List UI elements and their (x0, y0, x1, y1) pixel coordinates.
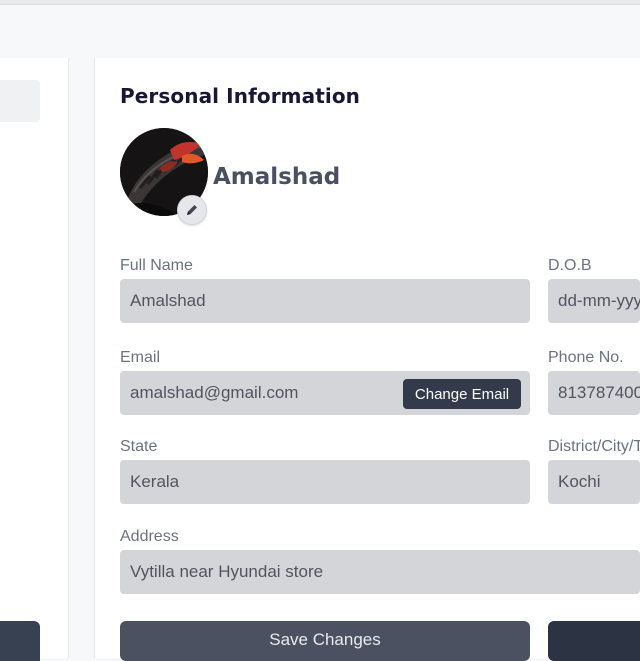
full-name-value: Amalshad (130, 291, 206, 310)
phone-label: Phone No. (548, 349, 624, 366)
email-value: amalshad@gmail.com (130, 383, 299, 402)
full-name-field[interactable]: Amalshad (120, 279, 530, 323)
sidebar (0, 58, 69, 661)
state-field[interactable]: Kerala (120, 460, 530, 504)
address-value: Vytilla near Hyundai store (130, 562, 324, 581)
section-title: Personal Information (120, 84, 360, 108)
state-label: State (120, 438, 158, 455)
pencil-icon (187, 205, 197, 215)
sidebar-item-active[interactable] (0, 80, 40, 122)
edit-avatar-button[interactable] (177, 195, 207, 225)
full-name-label: Full Name (120, 257, 193, 274)
district-field[interactable]: Kochi (548, 460, 640, 504)
secondary-action-button[interactable] (548, 621, 640, 661)
state-value: Kerala (130, 472, 180, 491)
save-changes-button[interactable]: Save Changes (120, 621, 530, 661)
profile-name: Amalshad (213, 164, 341, 190)
sidebar-bottom-button[interactable] (0, 621, 40, 661)
dob-value: dd-mm-yyyy (558, 291, 640, 310)
address-field[interactable]: Vytilla near Hyundai store (120, 550, 640, 594)
top-bar (0, 0, 640, 5)
avatar-container (120, 128, 208, 225)
district-label: District/City/Town (548, 438, 640, 455)
dob-field[interactable]: dd-mm-yyyy (548, 279, 640, 323)
dob-label: D.O.B (548, 257, 592, 274)
save-changes-label: Save Changes (269, 630, 381, 649)
email-label: Email (120, 349, 161, 366)
phone-field[interactable]: 8137874000 (548, 371, 640, 415)
phone-value: 8137874000 (558, 383, 640, 402)
change-email-button[interactable]: Change Email (403, 379, 521, 409)
district-value: Kochi (558, 472, 601, 491)
address-label: Address (120, 528, 179, 545)
